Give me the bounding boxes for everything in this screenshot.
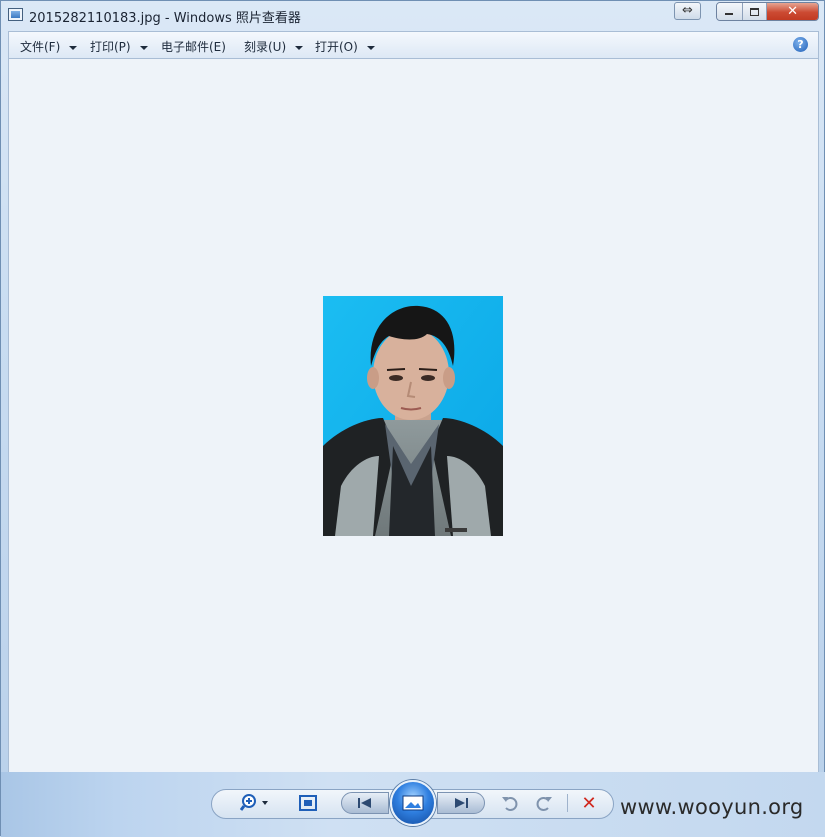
menu-file[interactable]: 文件(F): [20, 38, 78, 55]
maximize-icon: [749, 7, 759, 16]
menu-open-label: 打开(O): [315, 40, 358, 54]
rotate-counterclockwise-icon: [502, 797, 518, 811]
rotate-counterclockwise-button[interactable]: [499, 788, 521, 818]
maximize-button[interactable]: [742, 3, 768, 20]
minimize-icon: [725, 12, 734, 15]
minimize-button[interactable]: [717, 3, 743, 20]
menu-bar: 文件(F) 打印(P) 电子邮件(E) 刻录(U) 打开(O) ?: [8, 31, 819, 59]
dropdown-arrow-icon: [366, 45, 375, 50]
slideshow-button[interactable]: [390, 780, 436, 826]
delete-icon: ✕: [581, 792, 597, 814]
slideshow-icon: [402, 795, 424, 811]
previous-button[interactable]: [341, 792, 389, 814]
window-controls: ✕: [716, 2, 819, 21]
zoom-button[interactable]: [237, 788, 273, 818]
zoom-icon: [240, 794, 268, 811]
menu-open[interactable]: 打开(O): [315, 38, 375, 55]
fit-to-window-icon: [299, 795, 317, 811]
title-bar[interactable]: 2015282110183.jpg - Windows 照片查看器 ⇔ ✕: [1, 1, 824, 30]
previous-icon: [358, 798, 371, 808]
window-title: 2015282110183.jpg - Windows 照片查看器: [29, 11, 301, 26]
delete-button[interactable]: ✕: [577, 788, 601, 818]
rotate-clockwise-button[interactable]: [533, 788, 555, 818]
dropdown-arrow-icon: [295, 45, 304, 50]
help-icon[interactable]: ?: [793, 37, 808, 52]
menu-email-label: 电子邮件(E): [161, 40, 226, 54]
next-button[interactable]: [437, 792, 485, 814]
image-canvas[interactable]: [8, 59, 819, 772]
menu-email[interactable]: 电子邮件(E): [161, 38, 226, 55]
actual-size-button[interactable]: [295, 788, 321, 818]
menu-burn[interactable]: 刻录(U): [244, 38, 304, 55]
portrait-photo-image: [323, 296, 503, 536]
menu-file-label: 文件(F): [20, 40, 61, 54]
photo-viewer-window: 2015282110183.jpg - Windows 照片查看器 ⇔ ✕ 文件…: [0, 0, 825, 837]
displayed-photo: [323, 296, 503, 536]
rotate-clockwise-icon: [536, 797, 552, 811]
dropdown-arrow-icon: [69, 45, 78, 50]
watermark-text: www.wooyun.org: [620, 795, 804, 819]
toolbar-divider: [567, 794, 568, 812]
menu-print[interactable]: 打印(P): [90, 38, 148, 55]
menu-burn-label: 刻录(U): [244, 40, 287, 54]
next-icon: [455, 798, 468, 808]
close-icon: ✕: [787, 4, 798, 19]
close-button[interactable]: ✕: [767, 3, 818, 20]
resize-button[interactable]: ⇔: [674, 2, 701, 20]
resize-icon: ⇔: [682, 3, 693, 18]
dropdown-arrow-icon: [139, 45, 148, 50]
photo-viewer-app-icon[interactable]: [8, 8, 23, 21]
menu-print-label: 打印(P): [90, 40, 131, 54]
